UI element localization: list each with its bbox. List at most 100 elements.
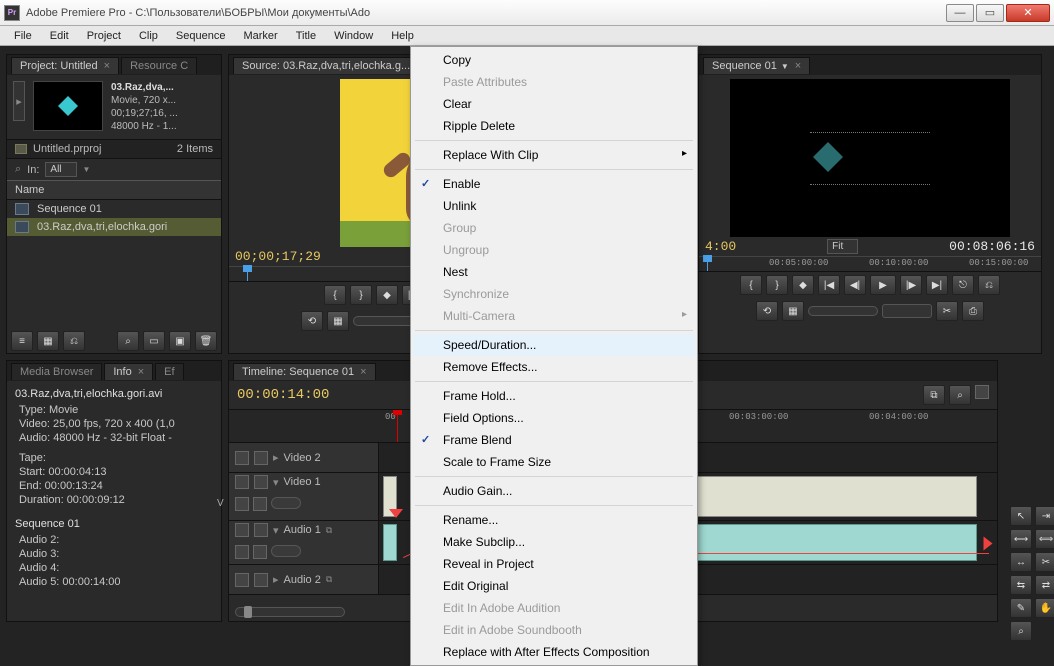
razor-tool[interactable]: ✂ — [1035, 552, 1054, 572]
ctx-speed-duration[interactable]: Speed/Duration... — [413, 334, 695, 356]
ctx-ripple-delete[interactable]: Ripple Delete — [413, 115, 695, 137]
play-button[interactable]: ▶ — [870, 275, 896, 295]
selection-tool[interactable]: ↖ — [1010, 506, 1032, 526]
ctx-make-subclip[interactable]: Make Subclip... — [413, 531, 695, 553]
search-icon[interactable]: ⌕ — [15, 163, 21, 176]
mark-in-button[interactable]: { — [740, 275, 762, 295]
menu-sequence[interactable]: Sequence — [168, 28, 234, 44]
close-icon[interactable]: × — [104, 60, 110, 72]
delete-button[interactable]: 🗑 — [195, 331, 217, 351]
timeline-audio-clip[interactable] — [383, 524, 397, 561]
lock-icon[interactable] — [254, 451, 268, 465]
rolling-tool[interactable]: ⟺ — [1035, 529, 1054, 549]
timeline-tc[interactable]: 00:00:14:00 — [237, 387, 329, 403]
source-tc-left[interactable]: 00;00;17;29 — [235, 249, 321, 264]
timeline-audio-clip[interactable] — [659, 524, 977, 561]
safe-margin-button[interactable]: ▦ — [782, 301, 804, 321]
snap-button[interactable]: ⧉ — [923, 385, 945, 405]
extract-button[interactable]: ⎌ — [978, 275, 1000, 295]
preview-toggle-icon[interactable]: ▸ — [13, 81, 25, 121]
list-view-button[interactable]: ≡ — [11, 331, 33, 351]
timeline-tab[interactable]: Timeline: Sequence 01× — [233, 363, 376, 380]
program-ruler[interactable]: 00:05:00:00 00:10:00:00 00:15:00:00 — [699, 256, 1041, 272]
ctx-multi-camera[interactable]: Multi-Camera — [413, 305, 695, 327]
list-item[interactable]: 03.Raz,dva,tri,elochka.gori — [7, 218, 221, 236]
ctx-clear[interactable]: Clear — [413, 93, 695, 115]
safe-margin-button[interactable]: ▦ — [327, 311, 349, 331]
ctx-frame-hold[interactable]: Frame Hold... — [413, 385, 695, 407]
menu-title[interactable]: Title — [288, 28, 324, 44]
lock-icon[interactable] — [254, 475, 268, 489]
trim-button[interactable]: ✂ — [936, 301, 958, 321]
in-select[interactable]: All — [45, 162, 76, 177]
marker-button[interactable]: ◆ — [376, 285, 398, 305]
lift-button[interactable]: ⎋ — [952, 275, 974, 295]
ctx-group[interactable]: Group — [413, 217, 695, 239]
list-item[interactable]: Sequence 01 — [7, 200, 221, 218]
slide-tool[interactable]: ⇄ — [1035, 575, 1054, 595]
speaker-icon[interactable] — [235, 573, 249, 587]
speaker-icon[interactable] — [235, 523, 249, 537]
minimize-button[interactable]: — — [946, 4, 974, 22]
rate-stretch-tool[interactable]: ↔ — [1010, 552, 1032, 572]
menu-clip[interactable]: Clip — [131, 28, 166, 44]
maximize-button[interactable]: ▭ — [976, 4, 1004, 22]
ctx-edit-audition[interactable]: Edit In Adobe Audition — [413, 597, 695, 619]
program-tab[interactable]: Sequence 01▼× — [703, 57, 810, 74]
loop-button[interactable]: ⟲ — [301, 311, 323, 331]
ctx-frame-blend[interactable]: Frame Blend — [413, 429, 695, 451]
ctx-field-options[interactable]: Field Options... — [413, 407, 695, 429]
ctx-nest[interactable]: Nest — [413, 261, 695, 283]
ripple-tool[interactable]: ⟷ — [1010, 529, 1032, 549]
effects-tab[interactable]: Ef — [155, 363, 183, 380]
ctx-ungroup[interactable]: Ungroup — [413, 239, 695, 261]
zoom-slider[interactable] — [235, 607, 345, 617]
new-bin-button[interactable]: ▭ — [143, 331, 165, 351]
eye-icon[interactable] — [235, 451, 249, 465]
goto-in-button[interactable]: |◀ — [818, 275, 840, 295]
ctx-replace-ae-comp[interactable]: Replace with After Effects Composition — [413, 641, 695, 663]
ctx-audio-gain[interactable]: Audio Gain... — [413, 480, 695, 502]
menu-marker[interactable]: Marker — [235, 28, 285, 44]
opacity-icon[interactable] — [253, 497, 267, 511]
hand-tool[interactable]: ✋ — [1035, 598, 1054, 618]
menu-edit[interactable]: Edit — [42, 28, 77, 44]
mark-in-button[interactable]: { — [324, 285, 346, 305]
mark-out-button[interactable]: } — [766, 275, 788, 295]
volume-icon[interactable] — [253, 545, 267, 559]
menu-help[interactable]: Help — [383, 28, 422, 44]
zoom-button[interactable]: ⌕ — [949, 385, 971, 405]
marker-button[interactable]: ◆ — [792, 275, 814, 295]
ctx-remove-effects[interactable]: Remove Effects... — [413, 356, 695, 378]
zoom-tool[interactable]: ⌕ — [1010, 621, 1032, 641]
find-button[interactable]: ⌕ — [117, 331, 139, 351]
ctx-edit-original[interactable]: Edit Original — [413, 575, 695, 597]
close-icon[interactable]: × — [138, 366, 144, 378]
ctx-unlink[interactable]: Unlink — [413, 195, 695, 217]
close-button[interactable]: ✕ — [1006, 4, 1050, 22]
wrench-icon[interactable] — [975, 385, 989, 399]
pen-tool[interactable]: ✎ — [1010, 598, 1032, 618]
menu-file[interactable]: File — [6, 28, 40, 44]
ctx-enable[interactable]: Enable — [413, 173, 695, 195]
ctx-rename[interactable]: Rename... — [413, 509, 695, 531]
step-fwd-button[interactable]: |▶ — [900, 275, 922, 295]
track-select-tool[interactable]: ⇥ — [1035, 506, 1054, 526]
ctx-copy[interactable]: Copy — [413, 49, 695, 71]
ctx-scale-to-frame[interactable]: Scale to Frame Size — [413, 451, 695, 473]
icon-view-button[interactable]: ▦ — [37, 331, 59, 351]
lock-icon[interactable] — [254, 573, 268, 587]
clip-thumbnail[interactable] — [33, 81, 103, 131]
zoom-select[interactable]: Fit — [827, 239, 858, 254]
keyframe-icon[interactable] — [235, 545, 249, 559]
loop-button[interactable]: ⟲ — [756, 301, 778, 321]
ctx-synchronize[interactable]: Synchronize — [413, 283, 695, 305]
media-browser-tab[interactable]: Media Browser — [11, 363, 102, 380]
mark-out-button[interactable]: } — [350, 285, 372, 305]
export-frame-button[interactable]: ⎙ — [962, 301, 984, 321]
step-back-button[interactable]: ◀| — [844, 275, 866, 295]
ctx-replace-with-clip[interactable]: Replace With Clip — [413, 144, 695, 166]
automate-button[interactable]: ⎌ — [63, 331, 85, 351]
project-tab[interactable]: Project: Untitled× — [11, 57, 119, 74]
jog-wheel[interactable] — [882, 304, 932, 318]
